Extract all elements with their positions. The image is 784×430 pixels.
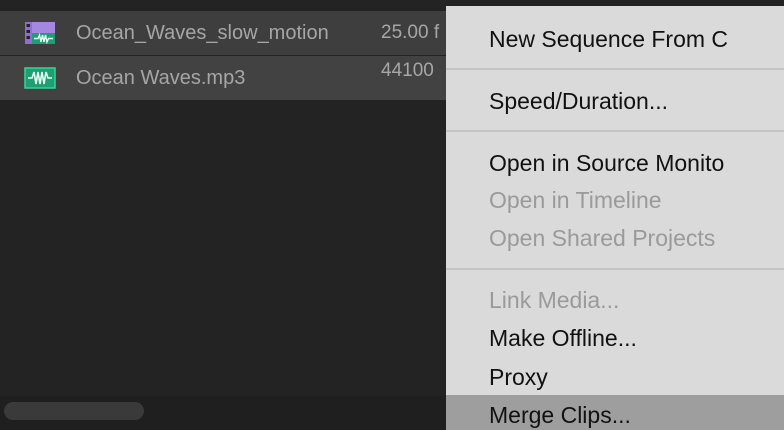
menu-separator	[446, 68, 784, 70]
menu-item-open-shared-projects: Open Shared Projects	[489, 225, 716, 251]
project-panel: Ocean_Waves_slow_motion 25.00 f Ocean Wa…	[0, 0, 446, 430]
video-clip-icon	[24, 22, 56, 44]
context-menu: New Sequence From C Speed/Duration... Op…	[446, 6, 784, 430]
menu-item-open-in-timeline: Open in Timeline	[489, 187, 662, 213]
menu-item-open-in-source-monitor[interactable]: Open in Source Monito	[446, 145, 784, 181]
scrollbar-thumb[interactable]	[4, 402, 144, 420]
menu-item-speed-duration[interactable]: Speed/Duration...	[446, 83, 784, 119]
menu-item-merge-clips[interactable]: Merge Clips...	[446, 395, 784, 430]
menu-item-link-media: Link Media...	[489, 287, 620, 313]
item-name: Ocean_Waves_slow_motion	[76, 22, 329, 44]
item-name: Ocean Waves.mp3	[76, 67, 246, 89]
menu-item-proxy[interactable]: Proxy	[446, 359, 784, 395]
menu-separator	[446, 130, 784, 132]
project-item-video[interactable]: Ocean_Waves_slow_motion 25.00 f	[0, 11, 446, 55]
menu-item-new-sequence[interactable]: New Sequence From C	[446, 21, 784, 57]
item-sample-rate: 44100	[381, 60, 434, 81]
audio-clip-icon	[24, 67, 56, 89]
menu-separator	[446, 268, 784, 270]
project-item-audio[interactable]: Ocean Waves.mp3 44100	[0, 56, 446, 100]
menu-item-make-offline[interactable]: Make Offline...	[446, 320, 784, 356]
